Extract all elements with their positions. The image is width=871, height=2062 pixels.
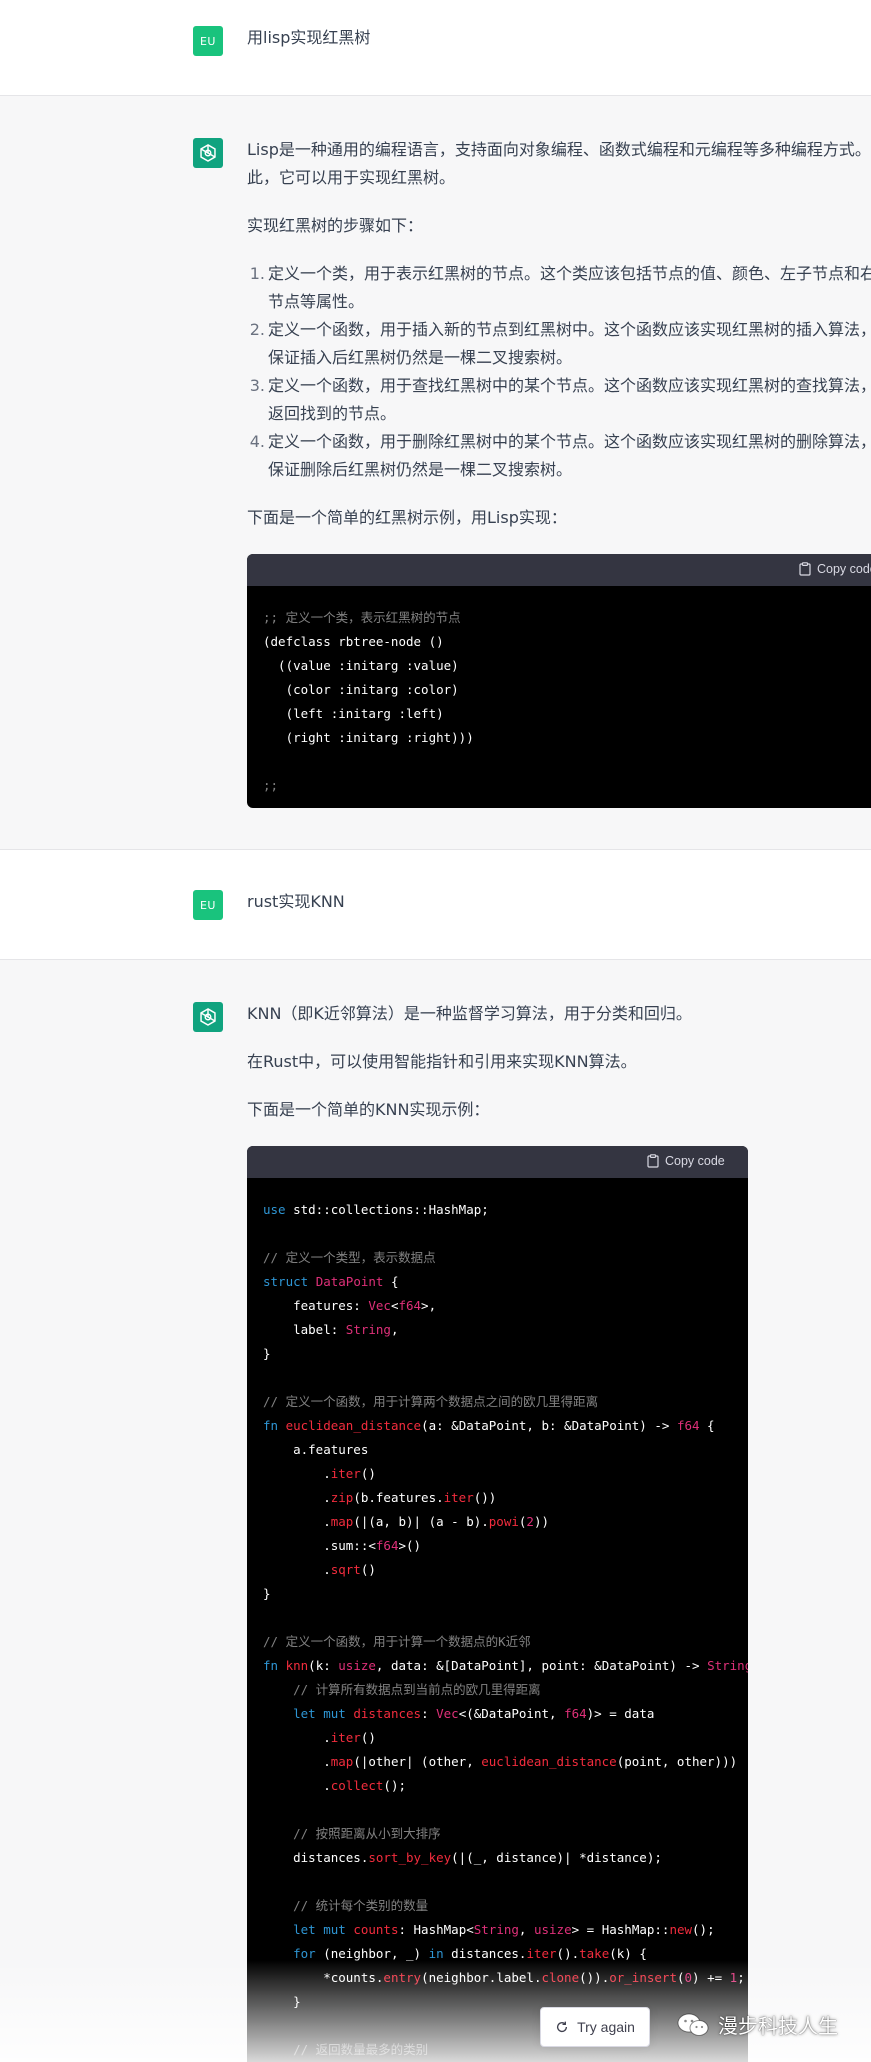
user-avatar-label: EU [199, 898, 216, 912]
list-item-text: 定义一个函数，用于查找红黑树中的某个节点。这个函数应该实现红黑树的查找算法， [268, 376, 871, 395]
assistant-intro-line-2: 此，它可以用于实现红黑树。 [247, 168, 456, 187]
try-again-button[interactable]: Try again [540, 2007, 650, 2047]
assistant-avatar [193, 138, 223, 168]
code-line: a.features [263, 1442, 369, 1457]
code-line: // 按照距离从小到大排序 [293, 1826, 441, 1841]
code-line: label: String, [263, 1322, 399, 1337]
code-line: (left :initarg :left) [263, 706, 444, 721]
assistant-para-2: 在Rust中，可以使用智能指针和引用来实现KNN算法。 [247, 1052, 637, 1071]
code-line: .sqrt() [263, 1562, 376, 1577]
list-item-text-cont: 保证插入后红黑树仍然是一棵二叉搜索树。 [268, 348, 573, 367]
code-line: .zip(b.features.iter()) [263, 1490, 497, 1505]
assistant-message-1: Lisp是一种通用的编程语言，支持面向对象编程、函数式编程和元编程等多种编程方式… [0, 96, 871, 850]
code-line: *counts.entry(neighbor.label.clone()).or… [263, 1970, 745, 1985]
user-avatar: EU [193, 890, 223, 920]
code-line: .sum::<f64>() [263, 1538, 422, 1553]
code-line: // 计算所有数据点到当前点的欧几里得距离 [293, 1682, 541, 1697]
list-item-text: 定义一个类，用于表示红黑树的节点。这个类应该包括节点的值、颜色、左子节点和右 [268, 264, 871, 283]
watermark: 漫步科技人生 [676, 2010, 838, 2039]
clipboard-icon [647, 1154, 659, 1168]
code-line: (right :initarg :right))) [263, 730, 474, 745]
code-line: ;; 定义一个类，表示红黑树的节点 [263, 610, 461, 625]
code-line: } [263, 1994, 301, 2009]
list-number: 3. [249, 376, 265, 395]
code-line: } [263, 1586, 271, 1601]
code-line: // 统计每个类别的数量 [293, 1898, 429, 1913]
list-item-text-cont: 保证删除后红黑树仍然是一棵二叉搜索树。 [268, 460, 573, 479]
code-line: .map(|other| (other, euclidean_distance(… [263, 1754, 738, 1769]
list-item-text-cont: 节点等属性。 [268, 292, 365, 311]
code-line: // 返回数量最多的类别 [293, 2042, 429, 2057]
code-line: fn euclidean_distance(a: &DataPoint, b: … [263, 1418, 715, 1433]
user-message-text: rust实现KNN [247, 892, 345, 911]
code-content: ;; 定义一个类，表示红黑树的节点 (defclass rbtree-node (… [247, 586, 871, 798]
code-line: (color :initarg :color) [263, 682, 459, 697]
watermark-text: 漫步科技人生 [718, 2014, 838, 2038]
code-line: distances.sort_by_key(|(_, distance)| *d… [263, 1850, 662, 1865]
user-avatar-label: EU [199, 34, 216, 48]
user-message-2: EU rust实现KNN [0, 850, 871, 960]
clipboard-icon [799, 562, 811, 576]
code-line: .iter() [263, 1730, 376, 1745]
assistant-avatar [193, 1002, 223, 1032]
copy-code-button[interactable]: Copy code [799, 562, 871, 576]
code-line: } [263, 1346, 271, 1361]
list-item-text-cont: 返回找到的节点。 [268, 404, 397, 423]
code-line: for (neighbor, _) in distances.iter().ta… [293, 1946, 647, 1961]
code-line: .map(|(a, b)| (a - b).powi(2)) [263, 1514, 550, 1529]
openai-logo-icon [200, 144, 216, 162]
copy-code-label: Copy code [665, 1154, 725, 1168]
openai-logo-icon [200, 1008, 216, 1026]
list-item-text: 定义一个函数，用于删除红黑树中的某个节点。这个函数应该实现红黑树的删除算法， [268, 432, 871, 451]
copy-code-button[interactable]: Copy code [647, 1154, 725, 1168]
code-line: features: Vec<f64>, [263, 1298, 437, 1313]
code-line: use std::collections::HashMap; [263, 1202, 489, 1217]
code-line: // 定义一个函数，用于计算两个数据点之间的欧几里得距离 [263, 1394, 599, 1409]
user-avatar: EU [193, 26, 223, 56]
code-header: Copy code [247, 1146, 748, 1178]
code-line: (defclass rbtree-node () [263, 634, 444, 649]
list-number: 2. [249, 320, 265, 339]
user-message-text: 用lisp实现红黑树 [247, 28, 371, 47]
list-item-text: 定义一个函数，用于插入新的节点到红黑树中。这个函数应该实现红黑树的插入算法， [268, 320, 871, 339]
code-line: let mut counts: HashMap<String, usize> =… [293, 1922, 715, 1937]
example-intro: 下面是一个简单的红黑树示例，用Lisp实现： [247, 508, 567, 527]
assistant-intro-line-1: Lisp是一种通用的编程语言，支持面向对象编程、函数式编程和元编程等多种编程方式… [247, 140, 871, 159]
code-line: let mut distances: Vec<(&DataPoint, f64)… [293, 1706, 655, 1721]
try-again-label: Try again [577, 2019, 635, 2035]
code-line: ;; [263, 778, 279, 793]
wechat-logo-icon [677, 2013, 709, 2036]
assistant-para-1: KNN（即K近邻算法）是一种监督学习算法，用于分类和回归。 [247, 1004, 692, 1023]
code-line: // 定义一个函数，用于计算一个数据点的K近邻 [263, 1634, 531, 1649]
lisp-code-block: Copy code ;; 定义一个类，表示红黑树的节点 (defclass rbt… [247, 554, 871, 808]
rust-code-block: Copy code use std::collections::HashMap;… [247, 1146, 748, 2062]
steps-heading: 实现红黑树的步骤如下： [247, 216, 424, 235]
code-line: struct DataPoint { [263, 1274, 399, 1289]
code-line: fn knn(k: usize, data: &[DataPoint], poi… [263, 1658, 748, 1673]
user-message-1: EU 用lisp实现红黑树 [0, 0, 871, 96]
code-line: ((value :initarg :value) [263, 658, 459, 673]
code-header: Copy code [247, 554, 871, 586]
code-line: .iter() [263, 1466, 376, 1481]
list-number: 1. [249, 264, 265, 283]
refresh-icon [557, 2021, 568, 2033]
code-content: use std::collections::HashMap; // 定义一个类型… [247, 1178, 748, 2062]
list-number: 4. [249, 432, 265, 451]
assistant-para-3: 下面是一个简单的KNN实现示例： [247, 1100, 490, 1119]
code-line: // 定义一个类型，表示数据点 [263, 1250, 436, 1265]
code-line: .collect(); [263, 1778, 406, 1793]
assistant-message-2: KNN（即K近邻算法）是一种监督学习算法，用于分类和回归。 在Rust中，可以使… [0, 960, 871, 2062]
copy-code-label: Copy code [817, 562, 871, 576]
